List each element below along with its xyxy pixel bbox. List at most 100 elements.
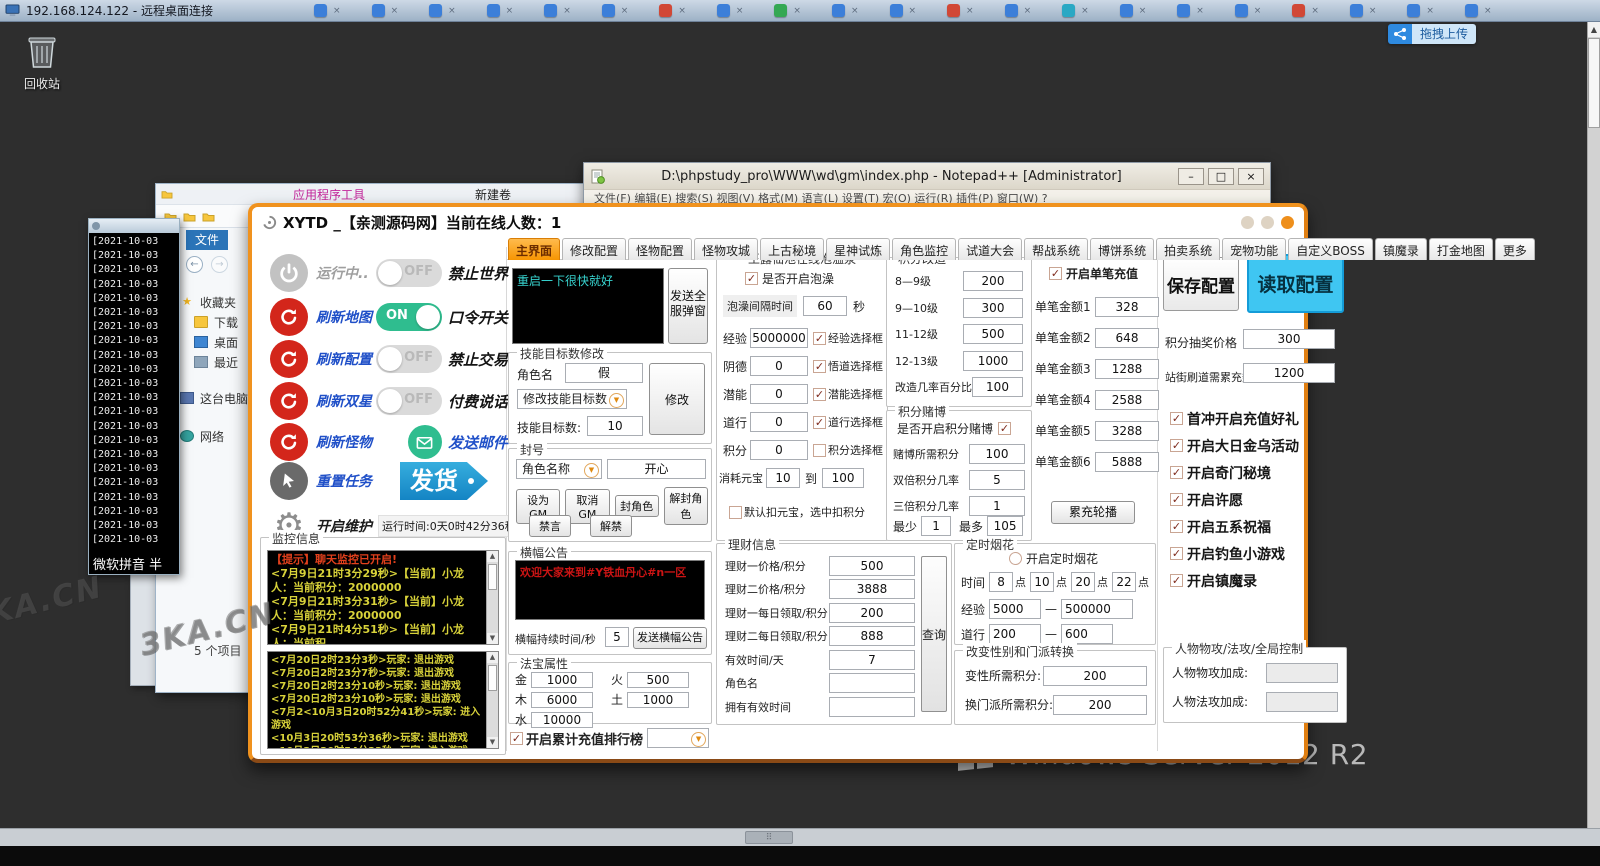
close-icon[interactable]	[333, 6, 341, 16]
carousel-button[interactable]: 累充轮播	[1051, 501, 1135, 524]
tab[interactable]: 上古秘境	[760, 238, 824, 260]
gamble-input[interactable]: 100	[969, 444, 1025, 464]
forward-icon[interactable]: →	[211, 256, 228, 273]
level-input[interactable]: 100	[972, 377, 1023, 397]
close-icon[interactable]	[1024, 6, 1032, 16]
taskbar-app-item[interactable]	[890, 4, 917, 17]
scrollbar-handle[interactable]	[745, 831, 793, 844]
close-button[interactable]: ×	[1238, 168, 1264, 185]
scroll-up-icon[interactable]	[1588, 22, 1600, 37]
licai-input[interactable]: 200	[829, 603, 915, 623]
tab[interactable]: 帮战系统	[1024, 238, 1088, 260]
save-config-button[interactable]: 保存配置	[1163, 257, 1239, 311]
gm-action-button[interactable]: 禁言	[529, 515, 571, 537]
stat-checkbox[interactable]	[813, 360, 826, 373]
taskbar-app-item[interactable]	[1177, 4, 1204, 17]
accum-recharge-checkbox[interactable]	[510, 732, 523, 745]
click-reset-icon[interactable]	[270, 462, 308, 500]
app-icon[interactable]	[890, 4, 903, 17]
feature-checkbox[interactable]	[1170, 520, 1183, 533]
close-icon[interactable]	[391, 6, 399, 16]
hour-input[interactable]: 20	[1071, 572, 1095, 592]
taskbar-app-item[interactable]	[487, 4, 514, 17]
app-icon[interactable]	[1120, 4, 1133, 17]
app-icon[interactable]	[1350, 4, 1363, 17]
back-icon[interactable]: ←	[186, 256, 203, 273]
close-icon[interactable]	[563, 6, 571, 16]
app-icon[interactable]	[659, 4, 672, 17]
console-window[interactable]: [2021-10-03[2021-10-03[2021-10-03[2021-1…	[88, 218, 180, 575]
tab[interactable]: 宠物功能	[1222, 238, 1286, 260]
exp-max-input[interactable]: 500000	[1061, 599, 1133, 619]
tab[interactable]: 试道大会	[958, 238, 1022, 260]
tab[interactable]: 拍卖系统	[1156, 238, 1220, 260]
toggle-ban-trade[interactable]: OFF	[376, 345, 442, 373]
consume-min-input[interactable]: 10	[766, 468, 800, 488]
tab[interactable]: 星神试炼	[826, 238, 890, 260]
taskbar-app-item[interactable]	[1005, 4, 1032, 17]
ban-role-input[interactable]: 开心	[607, 459, 706, 479]
app-icon[interactable]	[717, 4, 730, 17]
min-input[interactable]: 1	[921, 516, 951, 536]
hour-input[interactable]: 22	[1112, 572, 1136, 592]
maximize-button[interactable]: □	[1208, 168, 1234, 185]
close-icon[interactable]	[1426, 6, 1434, 16]
stat-input[interactable]: 0	[750, 356, 808, 376]
level-input[interactable]: 200	[963, 271, 1023, 291]
send-broadcast-button[interactable]: 发送全服弹窗	[668, 268, 708, 344]
app-icon[interactable]	[1005, 4, 1018, 17]
single-recharge-checkbox[interactable]	[1049, 267, 1062, 280]
taskbar-app-item[interactable]	[1350, 4, 1377, 17]
feature-checkbox[interactable]	[1170, 574, 1183, 587]
feature-checkbox[interactable]	[1170, 493, 1183, 506]
element-input[interactable]: 1000	[627, 692, 689, 708]
amount-input[interactable]: 328	[1095, 297, 1159, 317]
refresh-icon[interactable]	[270, 298, 308, 336]
feature-checkbox[interactable]	[1170, 412, 1183, 425]
player-monitor-logbox[interactable]: <7月20日2时23分3秒>玩家: 退出游戏<7月20日2时23分7秒>玩家: …	[267, 651, 499, 749]
taskbar-app-item[interactable]	[1292, 4, 1319, 17]
licai-input[interactable]	[829, 673, 915, 693]
tab[interactable]: 怪物配置	[628, 238, 692, 260]
hotspring-enable-checkbox[interactable]	[745, 272, 758, 285]
taskbar-app-item[interactable]	[1407, 4, 1434, 17]
consume-max-input[interactable]: 100	[822, 468, 864, 488]
ship-goods-button[interactable]: 发货	[400, 462, 488, 500]
minimize-button[interactable]: –	[1178, 168, 1204, 185]
scroll-up-icon[interactable]	[487, 652, 498, 663]
explorer-file-tab[interactable]: 文件	[186, 230, 228, 250]
element-input[interactable]: 6000	[531, 692, 593, 708]
licai-input[interactable]	[829, 697, 915, 717]
ban-role-select[interactable]: 角色名称	[516, 459, 602, 479]
fireworks-enable-radio[interactable]	[1009, 552, 1022, 565]
amount-input[interactable]: 1288	[1095, 359, 1159, 379]
log-scrollbar[interactable]	[486, 551, 498, 644]
refresh-icon[interactable]	[270, 340, 308, 378]
tab[interactable]: 镇魔录	[1375, 238, 1427, 260]
skill-target-input[interactable]: 10	[587, 416, 643, 436]
close-icon[interactable]	[1081, 6, 1089, 16]
notepad-titlebar[interactable]: D:\phpstudy_pro\WWW\wd\gm\index.php - No…	[584, 163, 1270, 189]
app-icon[interactable]	[947, 4, 960, 17]
close-icon[interactable]	[1139, 6, 1147, 16]
toggle-password-switch[interactable]: ON	[376, 303, 442, 331]
taskbar-app-item[interactable]	[602, 4, 629, 17]
app-icon[interactable]	[774, 4, 787, 17]
element-input[interactable]: 1000	[531, 672, 593, 688]
app-icon[interactable]	[1407, 4, 1420, 17]
level-input[interactable]: 500	[963, 324, 1023, 344]
tab[interactable]: 打金地图	[1429, 238, 1493, 260]
banner-duration-input[interactable]: 5	[605, 627, 629, 647]
folder-icon[interactable]	[183, 211, 196, 222]
chat-monitor-logbox[interactable]: 【提示】聊天监控已开启! <7月9日21时3分29秒>【当前】小龙人：当前积分：…	[267, 550, 499, 645]
max-input[interactable]: 105	[987, 516, 1023, 536]
scroll-up-icon[interactable]	[487, 551, 498, 562]
recycle-bin[interactable]: 回收站	[18, 32, 66, 92]
app-icon[interactable]	[1177, 4, 1190, 17]
explorer-titlebar[interactable]: 应用程序工具 新建卷	[156, 184, 584, 205]
gm-titlebar[interactable]: XYTD _【亲测源码网】当前在线人数：1	[252, 207, 1304, 237]
drag-upload-button[interactable]: 拖拽上传	[1388, 24, 1476, 44]
stat-checkbox[interactable]	[813, 332, 826, 345]
apply-button[interactable]: 修改	[649, 363, 705, 435]
gm-tool-window[interactable]: XYTD _【亲测源码网】当前在线人数：1 主界面修改配置怪物配置怪物攻城上古秘…	[248, 203, 1308, 763]
